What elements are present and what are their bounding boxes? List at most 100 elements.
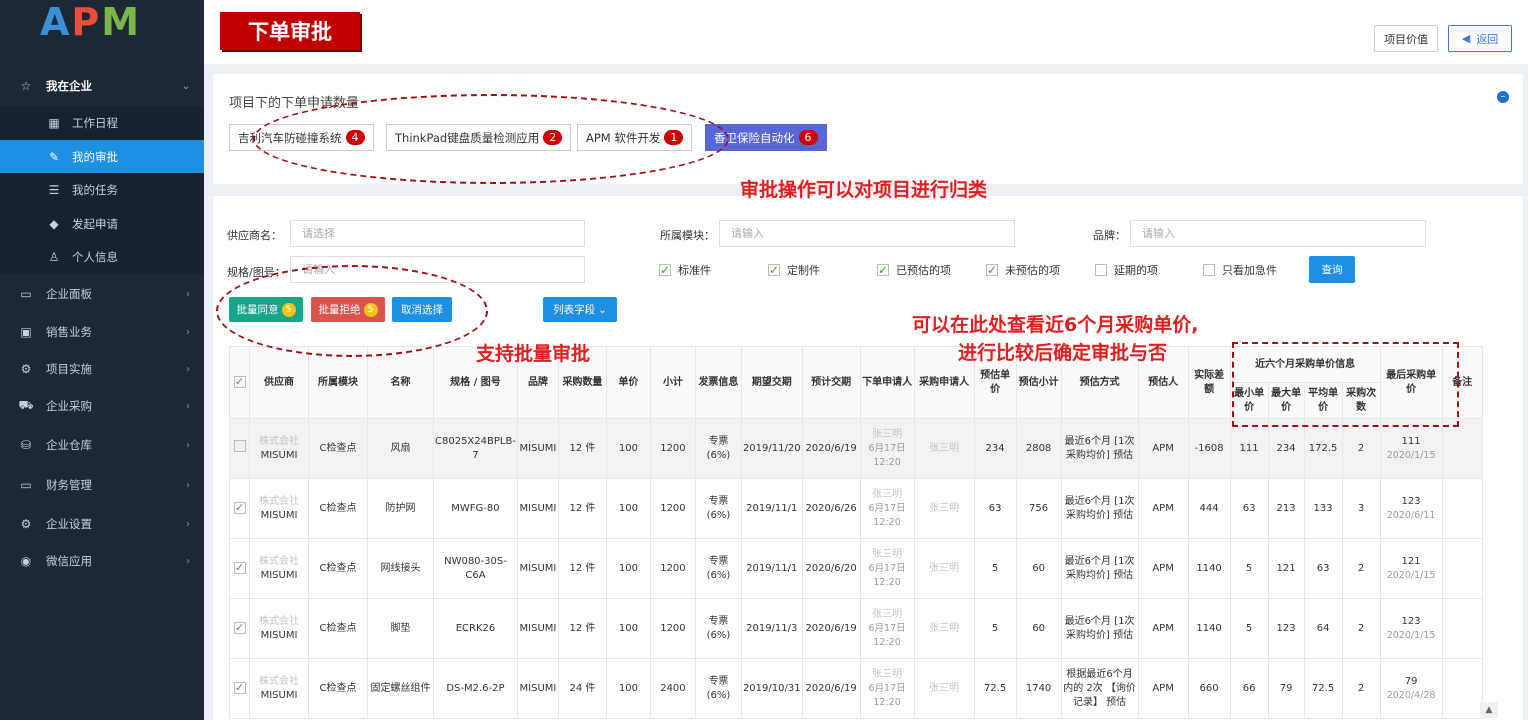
cell-expect: 2019/11/1 (740, 478, 803, 539)
supplier-name-2: MISUMI (260, 689, 298, 701)
collapse-icon[interactable]: – (1497, 91, 1509, 103)
cell-subtotal: 1200 (649, 478, 696, 539)
cell-min: 111 (1229, 418, 1269, 479)
nav-start-request[interactable]: ◆ 发起申请 (0, 207, 204, 241)
nav-my-approval[interactable]: ✎ 我的审批 (0, 140, 204, 174)
last-price-date: 2020/1/15 (1386, 569, 1436, 581)
last-price-value: 79 (1404, 675, 1418, 687)
chevron-right-icon: › (186, 400, 190, 412)
tag-icon: ◆ (49, 217, 59, 231)
cell-module: C检查点 (308, 658, 368, 719)
cell-est-way: 最近6个月 [1次采购均价] 预估 (1060, 538, 1139, 599)
nav-purchasing[interactable]: ⛟ 企业采购 › (0, 389, 204, 423)
cell-max: 123 (1267, 598, 1305, 659)
arrow-left-icon: ◀ (1461, 32, 1471, 45)
supplier-name-2: MISUMI (260, 629, 298, 641)
row-checkbox[interactable] (229, 418, 250, 479)
applicant-name: 张三明 (872, 608, 903, 620)
nav-my-tasks[interactable]: ☰ 我的任务 (0, 173, 204, 207)
query-button[interactable]: 查询 (1309, 256, 1355, 283)
check-icon: ✓ (768, 263, 780, 277)
cell-times: 3 (1341, 478, 1381, 539)
cell-diff: 660 (1187, 658, 1231, 719)
applicant-time: 12:20 (873, 576, 901, 588)
module-input[interactable]: 请输入 (719, 220, 1015, 247)
nav-finance[interactable]: ▭ 财务管理 › (0, 468, 204, 502)
cell-remark (1441, 418, 1483, 479)
cell-remark (1441, 538, 1483, 599)
nav-sales[interactable]: ▣ 销售业务 › (0, 315, 204, 349)
cell-brand: MISUMI (516, 598, 559, 659)
row-checkbox[interactable]: ✓ (229, 478, 250, 539)
cell-purchaser: 张三明 (913, 418, 975, 479)
nav-personal-info[interactable]: ♙ 个人信息 (0, 240, 204, 274)
row-checkbox[interactable]: ✓ (229, 538, 250, 599)
chevron-right-icon: › (186, 326, 190, 338)
row-checkbox[interactable]: ✓ (229, 598, 250, 659)
nav-wechat[interactable]: ◉ 微信应用 › (0, 544, 204, 578)
col-header: 小计 (649, 346, 696, 419)
supplier-name: 株式会社 (259, 675, 299, 687)
nav-enterprise-panel[interactable]: ▭ 企业面板 › (0, 277, 204, 311)
annotation-oval-projects (253, 94, 729, 184)
checkbox-standard[interactable]: ✓ 标准件 (659, 262, 711, 278)
module-label: 所属模块： (660, 229, 715, 242)
cell-purchaser: 张三明 (913, 538, 975, 599)
last-price-value: 121 (1401, 555, 1421, 567)
cell-est-sub: 1740 (1015, 658, 1062, 719)
user-icon: ♙ (48, 250, 60, 264)
checkbox-unestimated[interactable]: ✓ 未预估的项 (986, 262, 1060, 278)
cell-qty: 12 件 (557, 598, 607, 659)
nav-my-enterprise[interactable]: ☆ 我在企业 ⌄ (0, 69, 204, 103)
cell-est-price: 72.5 (973, 658, 1017, 719)
list-fields-button[interactable]: 列表字段 ⌄ (543, 297, 617, 322)
gear-icon: ⚙ (20, 517, 32, 531)
last-price-value: 123 (1401, 615, 1421, 627)
annotation-classify: 审批操作可以对项目进行归类 (740, 179, 988, 201)
supplier-name-2: MISUMI (260, 569, 298, 581)
project-value-button[interactable]: 项目价值 (1374, 25, 1438, 52)
cell-times: 2 (1341, 418, 1381, 479)
cell-price: 100 (605, 478, 651, 539)
back-button[interactable]: ◀ 返回 (1448, 25, 1512, 52)
cell-subtotal: 1200 (649, 418, 696, 479)
annotation-batch: 支持批量审批 (476, 343, 591, 365)
cell-times: 2 (1341, 598, 1381, 659)
nav-project-impl[interactable]: ⚙ 项目实施 › (0, 352, 204, 386)
select-all-checkbox[interactable]: ✓ (229, 346, 250, 419)
cell-invoice: 专票(6%) (694, 658, 742, 719)
applicant-time: 12:20 (873, 696, 901, 708)
apm-logo[interactable]: APM (40, 0, 141, 44)
monitor-icon: ▭ (20, 287, 32, 301)
checkbox-delayed[interactable]: 延期的项 (1095, 262, 1158, 278)
cell-max: 79 (1267, 658, 1305, 719)
supplier-select[interactable]: 请选择 (290, 220, 585, 247)
last-price-date: 2020/4/28 (1386, 689, 1436, 701)
cell-brand: MISUMI (516, 418, 559, 479)
nav-warehouse[interactable]: ⛁ 企业仓库 › (0, 428, 204, 462)
checkbox-custom[interactable]: ✓ 定制件 (768, 262, 820, 278)
cell-expect: 2019/11/1 (740, 538, 803, 599)
nav-work-schedule[interactable]: ▦ 工作日程 (0, 106, 204, 140)
cell-last-price: 123 2020/6/11 (1379, 478, 1443, 539)
row-checkbox[interactable]: ✓ (229, 658, 250, 719)
cell-applicant: 张三明 6月17日 12:20 (859, 478, 915, 539)
cell-est-price: 5 (973, 538, 1017, 599)
table-row: 株式会社 MISUMI C检查点 风扇 C8025X24BPLB-7 MISUMI 12 件… (229, 418, 1483, 479)
checkbox-urgent-only[interactable]: 只看加急件 (1203, 262, 1277, 278)
calendar-icon: ▦ (48, 116, 60, 130)
col-header: 期望交期 (740, 346, 803, 419)
scroll-up-icon[interactable]: ▲ (1480, 702, 1498, 718)
cell-name: 防护网 (367, 478, 434, 539)
cell-name: 风扇 (367, 418, 434, 479)
cell-remark (1441, 658, 1483, 719)
cell-qty: 24 件 (557, 658, 607, 719)
checkbox-estimated[interactable]: ✓ 已预估的项 (877, 262, 951, 278)
cell-applicant: 张三明 6月17日 12:20 (859, 418, 915, 479)
cell-avg: 64 (1303, 598, 1343, 659)
cell-est-way: 最近6个月 [1次采购均价] 预估 (1060, 478, 1139, 539)
brand-input[interactable]: 请输入 (1130, 220, 1426, 247)
supplier-name-2: MISUMI (260, 449, 298, 461)
cell-plan: 2020/6/19 (801, 418, 861, 479)
nav-settings[interactable]: ⚙ 企业设置 › (0, 507, 204, 541)
